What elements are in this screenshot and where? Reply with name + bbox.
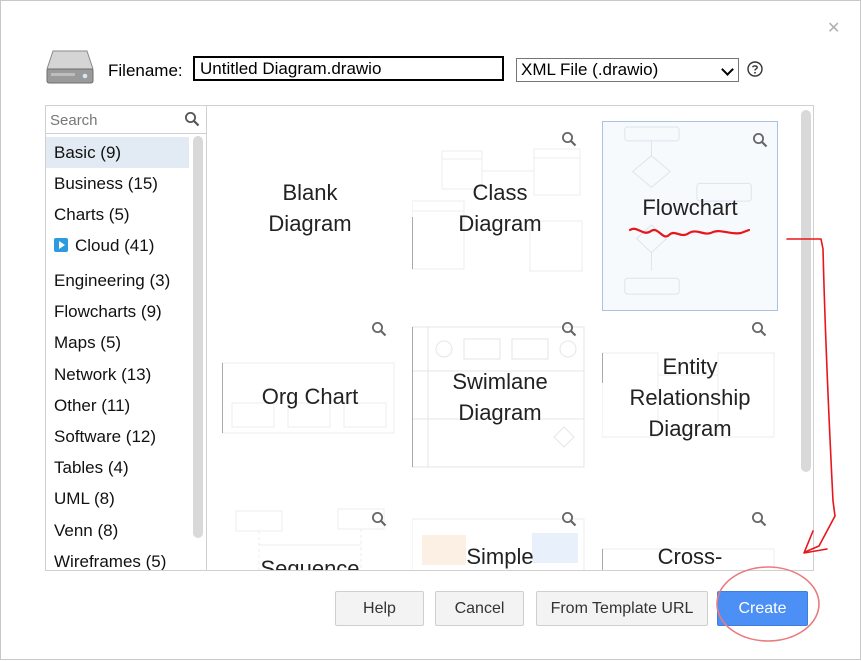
- zoom-icon[interactable]: [371, 321, 387, 337]
- zoom-icon[interactable]: [371, 511, 387, 527]
- category-panel: Basic (9) Business (15) Charts (5) Cloud…: [45, 105, 207, 571]
- template-label-line: Entity: [662, 354, 718, 379]
- template-label-line: Cross-: [657, 544, 723, 569]
- category-engineering[interactable]: Engineering (3): [46, 265, 189, 296]
- category-label: Wireframes (5): [54, 552, 167, 571]
- category-business[interactable]: Business (15): [46, 168, 189, 199]
- category-other[interactable]: Other (11): [46, 390, 189, 421]
- zoom-icon[interactable]: [752, 132, 768, 148]
- template-scrollbar[interactable]: [801, 110, 811, 472]
- file-format-select[interactable]: XML File (.drawio): [516, 58, 739, 82]
- category-charts[interactable]: Charts (5): [46, 199, 189, 230]
- template-swimlane-diagram[interactable]: Swimlane Diagram: [412, 311, 588, 501]
- template-label-line: Diagram: [458, 400, 542, 425]
- play-icon[interactable]: [54, 238, 68, 252]
- category-label: Software (12): [54, 427, 157, 446]
- category-venn[interactable]: Venn (8): [46, 515, 189, 546]
- category-scrollbar[interactable]: [193, 136, 203, 538]
- filename-input[interactable]: [193, 56, 504, 81]
- category-label: UML (8): [54, 489, 115, 508]
- template-org-chart[interactable]: Org Chart: [222, 311, 398, 501]
- zoom-icon[interactable]: [561, 511, 577, 527]
- template-label-line: Sequence: [260, 556, 360, 571]
- help-button[interactable]: Help: [335, 591, 424, 626]
- from-template-url-button[interactable]: From Template URL: [536, 591, 708, 626]
- template-label-line: Blank: [282, 180, 338, 205]
- category-label: Venn (8): [54, 521, 119, 540]
- search-box: [46, 106, 206, 134]
- zoom-icon[interactable]: [561, 131, 577, 147]
- category-label: Flowcharts (9): [54, 302, 162, 321]
- category-network[interactable]: Network (13): [46, 359, 189, 390]
- template-grid: Blank Diagram Class Diagram Flowchart Or…: [207, 105, 814, 571]
- category-flowcharts[interactable]: Flowcharts (9): [46, 296, 189, 327]
- zoom-icon[interactable]: [751, 321, 767, 337]
- template-label-line: Diagram: [458, 211, 542, 236]
- category-basic[interactable]: Basic (9): [46, 137, 189, 168]
- template-label-line: Relationship: [629, 385, 751, 410]
- category-label: Engineering (3): [54, 271, 171, 290]
- category-software[interactable]: Software (12): [46, 421, 189, 452]
- category-label: Network (13): [54, 365, 152, 384]
- template-label-line: Simple: [466, 544, 534, 569]
- template-label-line: Flowchart: [642, 195, 738, 220]
- help-icon[interactable]: [747, 61, 763, 77]
- cancel-button[interactable]: Cancel: [435, 591, 524, 626]
- category-label: Maps (5): [54, 333, 122, 352]
- category-label: Cloud (41): [75, 236, 155, 255]
- template-label-line: Class: [472, 180, 528, 205]
- close-icon[interactable]: ✕: [827, 18, 840, 38]
- template-flowchart[interactable]: Flowchart: [602, 121, 778, 311]
- category-label: Charts (5): [54, 205, 130, 224]
- category-label: Basic (9): [54, 143, 122, 162]
- category-wireframes[interactable]: Wireframes (5): [46, 546, 189, 571]
- zoom-icon[interactable]: [751, 511, 767, 527]
- category-label: Other (11): [54, 396, 131, 415]
- zoom-icon[interactable]: [561, 321, 577, 337]
- category-tables[interactable]: Tables (4): [46, 452, 189, 483]
- file-format-selected: XML File (.drawio): [521, 60, 659, 79]
- filename-label: Filename:: [108, 61, 183, 80]
- chevron-down-icon: [721, 63, 734, 76]
- category-cloud[interactable]: Cloud (41): [46, 230, 189, 261]
- template-label-line: Swimlane: [452, 369, 548, 394]
- template-cross-functional[interactable]: Cross-: [602, 501, 778, 570]
- template-entity-relationship-diagram[interactable]: Entity Relationship Diagram: [602, 311, 778, 501]
- template-label-line: Diagram: [268, 211, 352, 236]
- create-button[interactable]: Create: [717, 591, 808, 626]
- search-input[interactable]: [50, 110, 180, 130]
- category-label: Business (15): [54, 174, 158, 193]
- category-label: Tables (4): [54, 458, 129, 477]
- template-blank-diagram[interactable]: Blank Diagram: [222, 121, 398, 311]
- new-diagram-dialog: ✕ Filename: XML File (.drawio) Basic (9)…: [0, 0, 861, 660]
- template-label-line: Org Chart: [261, 384, 359, 409]
- template-sequence[interactable]: Sequence: [222, 501, 398, 571]
- template-class-diagram[interactable]: Class Diagram: [412, 121, 588, 311]
- category-maps[interactable]: Maps (5): [46, 327, 189, 358]
- template-simple[interactable]: Simple: [412, 501, 588, 570]
- search-icon[interactable]: [184, 111, 200, 127]
- hard-drive-icon: [46, 50, 94, 84]
- template-label-line: Diagram: [648, 416, 732, 441]
- category-uml[interactable]: UML (8): [46, 483, 189, 514]
